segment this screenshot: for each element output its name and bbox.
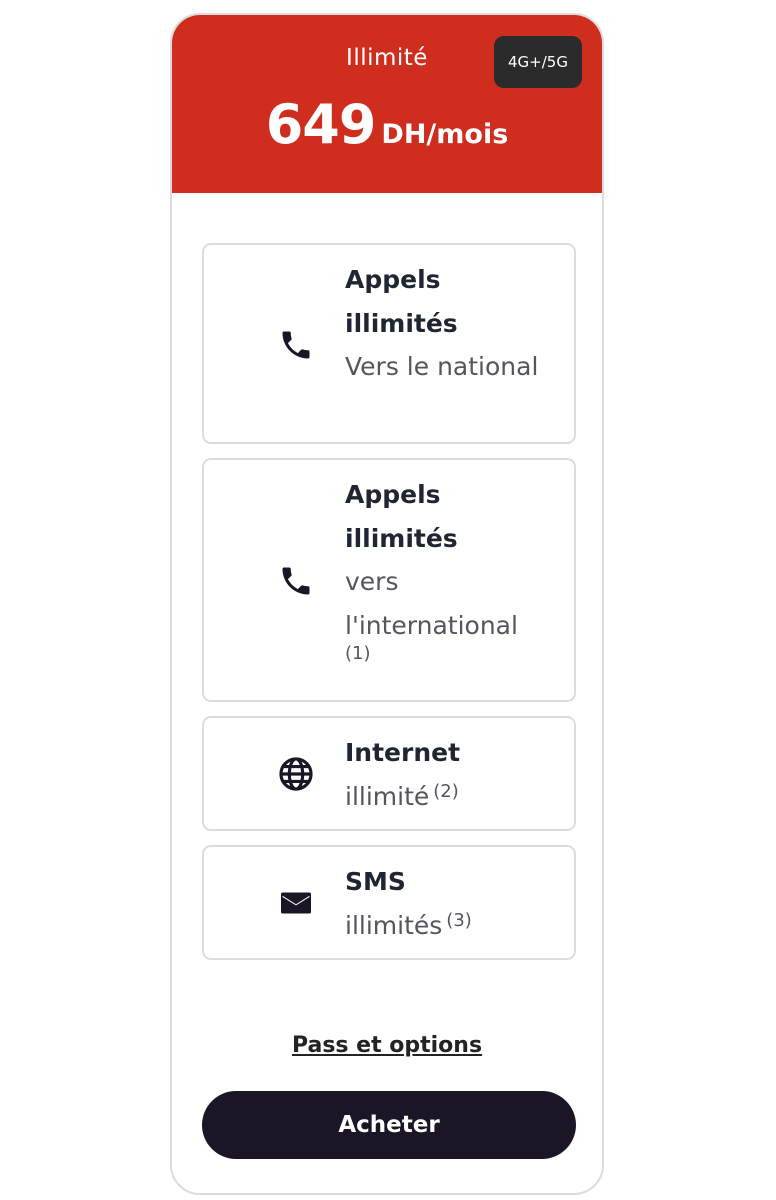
offer-card: Illimité 649 DH/mois 4G+/5G Appels illimi… — [170, 13, 604, 1195]
globe-icon — [276, 754, 316, 794]
feature-national-calls: Appels illimités Vers le national — [202, 243, 576, 444]
feature-title: Appels illimités — [345, 265, 458, 338]
pass-options-link[interactable]: Pass et options — [172, 1033, 602, 1058]
envelope-icon — [276, 883, 316, 923]
feature-international-calls: Appels illimités vers l'international (1… — [202, 458, 576, 702]
network-badge: 4G+/5G — [494, 36, 582, 88]
buy-button[interactable]: Acheter — [202, 1091, 576, 1159]
feature-description: Vers le national — [345, 352, 539, 381]
feature-note: (3) — [446, 909, 472, 931]
feature-title: Internet — [345, 738, 461, 767]
feature-note: (1) — [345, 643, 371, 664]
feature-internet: Internet illimité (2) — [202, 716, 576, 831]
feature-text: Internet illimité (2) — [345, 731, 550, 818]
feature-title: SMS — [345, 867, 406, 896]
feature-description: illimités — [345, 910, 443, 940]
feature-text: Appels illimités vers l'international (1… — [345, 473, 550, 665]
feature-description: vers l'international — [345, 567, 518, 640]
feature-note: (2) — [433, 780, 459, 802]
phone-icon — [276, 325, 316, 365]
phone-icon — [276, 561, 316, 601]
feature-title: Appels illimités — [345, 480, 458, 553]
feature-sms: SMS illimités (3) — [202, 845, 576, 960]
feature-description: illimité — [345, 781, 430, 811]
price-amount: 649 — [265, 93, 377, 156]
price: 649 DH/mois — [172, 93, 602, 156]
feature-text: SMS illimités (3) — [345, 860, 550, 947]
price-unit: DH/mois — [381, 119, 509, 150]
offer-header: Illimité 649 DH/mois 4G+/5G — [172, 15, 602, 193]
feature-text: Appels illimités Vers le national — [345, 258, 550, 389]
